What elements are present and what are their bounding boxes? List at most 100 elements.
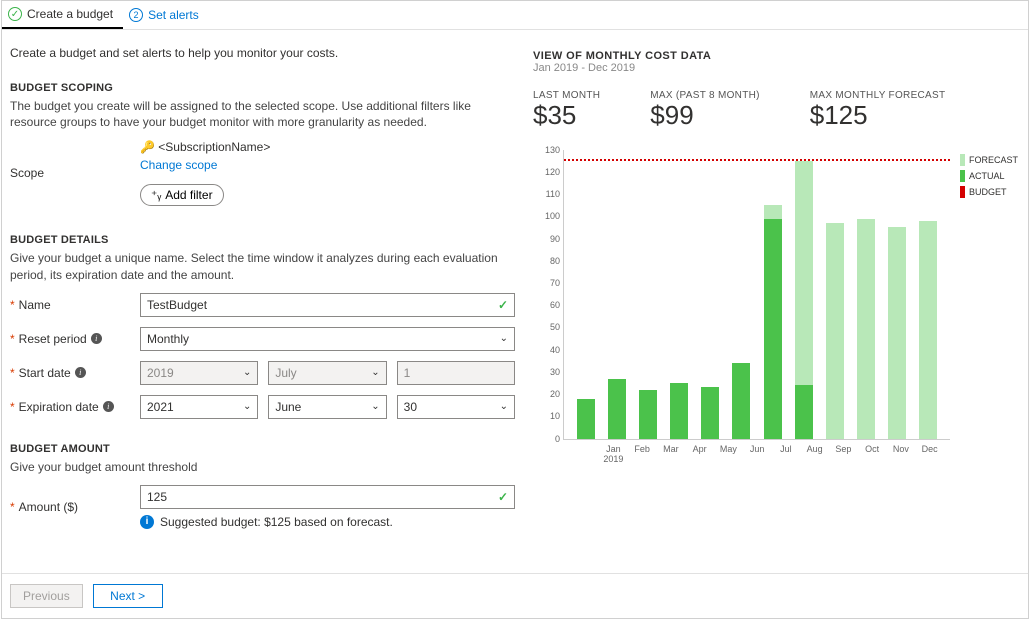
legend-budget: BUDGET (969, 187, 1007, 197)
x-label: Jul (772, 444, 801, 464)
bar-slot (726, 150, 757, 439)
y-tick: 130 (538, 145, 560, 155)
actual-bar (795, 385, 813, 438)
bar-slot (851, 150, 882, 439)
valid-check-icon: ✓ (498, 298, 508, 312)
view-title: VIEW OF MONTHLY COST DATA (533, 50, 1020, 62)
expiration-date-label: Expiration date (19, 400, 99, 414)
chevron-down-icon: ⌄ (243, 367, 251, 378)
max-forecast-value: $125 (810, 101, 946, 130)
info-icon[interactable]: i (75, 367, 86, 378)
exp-day-select[interactable]: 30⌄ (397, 395, 515, 419)
forecast-bar (826, 223, 844, 439)
x-label: Mar (657, 444, 686, 464)
chart-legend: FORECAST ACTUAL BUDGET (960, 150, 1020, 460)
y-tick: 120 (538, 167, 560, 177)
actual-bar (639, 390, 657, 439)
intro-text: Create a budget and set alerts to help y… (10, 46, 515, 60)
reset-period-select[interactable]: Monthly ⌄ (140, 327, 515, 351)
x-label: Jan 2019 (599, 444, 628, 464)
bar-slot (788, 150, 819, 439)
suggested-budget-text: Suggested budget: $125 based on forecast… (160, 515, 393, 529)
bar-slot (570, 150, 601, 439)
tab-label: Create a budget (27, 7, 113, 21)
y-tick: 110 (538, 189, 560, 199)
add-filter-label: Add filter (165, 188, 212, 202)
actual-bar (577, 399, 595, 439)
y-tick: 60 (538, 300, 560, 310)
bar-slot (664, 150, 695, 439)
tab-label: Set alerts (148, 8, 199, 22)
actual-bar (701, 387, 719, 438)
legend-forecast: FORECAST (969, 155, 1018, 165)
y-tick: 90 (538, 234, 560, 244)
previous-button: Previous (10, 584, 83, 608)
bar-slot (601, 150, 632, 439)
tab-create-budget[interactable]: ✓ Create a budget (2, 1, 123, 29)
y-tick: 30 (538, 367, 560, 377)
step-number-badge: 2 (129, 8, 143, 22)
actual-bar (764, 219, 782, 439)
start-month-select: July⌄ (268, 361, 386, 385)
scope-label: Scope (10, 166, 140, 180)
name-label: Name (19, 298, 51, 312)
bar-slot (819, 150, 850, 439)
amount-input[interactable]: 125 ✓ (140, 485, 515, 509)
y-tick: 10 (538, 411, 560, 421)
x-label: May (714, 444, 743, 464)
y-tick: 70 (538, 278, 560, 288)
x-label: Apr (685, 444, 714, 464)
add-filter-button[interactable]: ⁺ᵧ Add filter (140, 184, 224, 206)
amount-label: Amount ($) (19, 500, 78, 514)
view-range: Jan 2019 - Dec 2019 (533, 62, 1020, 74)
info-icon[interactable]: i (103, 401, 114, 412)
last-month-value: $35 (533, 101, 600, 130)
y-tick: 40 (538, 345, 560, 355)
max-past-value: $99 (650, 101, 759, 130)
x-label: Aug (800, 444, 829, 464)
forecast-bar (795, 161, 813, 386)
bar-slot (757, 150, 788, 439)
forecast-bar (764, 205, 782, 218)
info-icon[interactable]: i (91, 333, 102, 344)
start-year-select: 2019⌄ (140, 361, 258, 385)
check-icon: ✓ (8, 7, 22, 21)
start-day-input: 1 (397, 361, 515, 385)
legend-actual: ACTUAL (969, 171, 1005, 181)
amount-desc: Give your budget amount threshold (10, 459, 515, 475)
forecast-bar (888, 227, 906, 438)
x-label: Sep (829, 444, 858, 464)
x-label: Oct (858, 444, 887, 464)
reset-label: Reset period (19, 332, 87, 346)
x-label: Feb (628, 444, 657, 464)
bar-slot (632, 150, 663, 439)
y-tick: 0 (538, 434, 560, 444)
x-label: Nov (887, 444, 916, 464)
exp-month-select[interactable]: June⌄ (268, 395, 386, 419)
budget-name-value: TestBudget (147, 298, 207, 312)
amount-title: BUDGET AMOUNT (10, 443, 515, 455)
forecast-bar (857, 219, 875, 439)
details-desc: Give your budget a unique name. Select t… (10, 250, 515, 282)
exp-year-select[interactable]: 2021⌄ (140, 395, 258, 419)
y-tick: 20 (538, 389, 560, 399)
budget-name-input[interactable]: TestBudget ✓ (140, 293, 515, 317)
bar-slot (695, 150, 726, 439)
amount-value: 125 (147, 490, 167, 504)
change-scope-link[interactable]: Change scope (140, 158, 515, 172)
scoping-title: BUDGET SCOPING (10, 82, 515, 94)
chevron-down-icon: ⌄ (500, 333, 508, 344)
valid-check-icon: ✓ (498, 490, 508, 504)
chevron-down-icon: ⌄ (243, 401, 251, 412)
tab-set-alerts[interactable]: 2 Set alerts (123, 1, 209, 29)
x-label: Dec (915, 444, 944, 464)
info-icon: i (140, 515, 154, 529)
chevron-down-icon: ⌄ (371, 367, 379, 378)
details-title: BUDGET DETAILS (10, 234, 515, 246)
y-tick: 80 (538, 256, 560, 266)
next-button[interactable]: Next > (93, 584, 163, 608)
cost-chart: 0102030405060708090100110120130 Jan 2019… (533, 150, 950, 460)
forecast-bar (919, 221, 937, 439)
bar-slot (882, 150, 913, 439)
x-label: Jun (743, 444, 772, 464)
